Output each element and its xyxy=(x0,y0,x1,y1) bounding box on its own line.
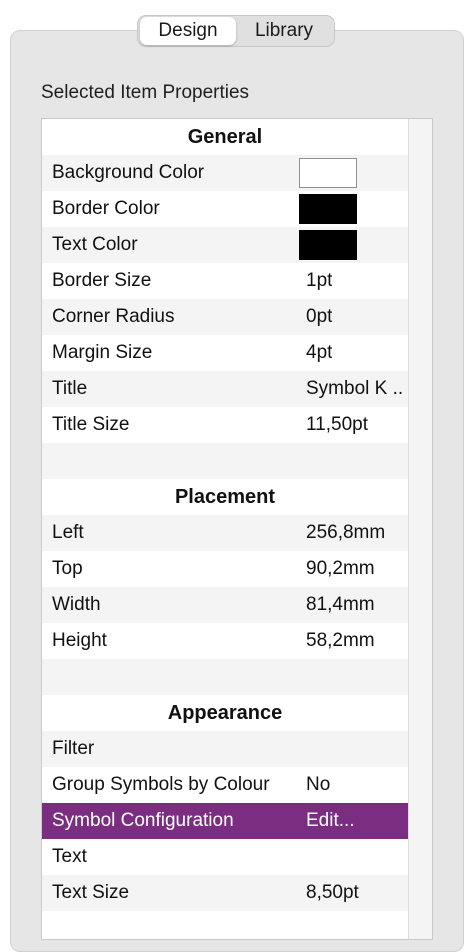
property-value[interactable]: 1pt xyxy=(306,270,332,292)
property-value[interactable]: 0pt xyxy=(306,306,332,328)
property-row-title-size[interactable]: Title Size 11,50pt xyxy=(42,407,408,443)
property-row-symbol-configuration[interactable]: Symbol Configuration Edit... xyxy=(42,803,408,839)
property-name: Border Color xyxy=(52,198,160,219)
text-color-swatch[interactable] xyxy=(299,230,357,260)
property-name: Height xyxy=(52,630,107,651)
property-name: Top xyxy=(52,558,83,579)
edit-symbol-configuration-button[interactable]: Edit... xyxy=(306,810,355,832)
property-value[interactable]: 8,50pt xyxy=(306,882,359,904)
property-value[interactable]: 90,2mm xyxy=(306,558,375,580)
property-name: Symbol Configuration xyxy=(52,810,234,831)
property-row-left[interactable]: Left 256,8mm xyxy=(42,515,408,551)
property-name: Group Symbols by Colour xyxy=(52,774,270,795)
property-name: Corner Radius xyxy=(52,306,175,327)
property-value[interactable]: 81,4mm xyxy=(306,594,375,616)
property-name: Width xyxy=(52,594,101,615)
property-row-filter[interactable]: Filter xyxy=(42,731,408,767)
property-row-top[interactable]: Top 90,2mm xyxy=(42,551,408,587)
section-header-label: Appearance xyxy=(167,701,283,724)
property-value[interactable]: 4pt xyxy=(306,342,332,364)
property-row-text-color[interactable]: Text Color xyxy=(42,227,408,263)
section-header-appearance: Appearance xyxy=(42,695,408,731)
panel-title: Selected Item Properties xyxy=(41,82,250,103)
property-row-width[interactable]: Width 81,4mm xyxy=(42,587,408,623)
property-row-text[interactable]: Text xyxy=(42,839,408,875)
property-row-group-symbols-by-colour[interactable]: Group Symbols by Colour No xyxy=(42,767,408,803)
section-header-label: General xyxy=(187,125,263,148)
property-value[interactable]: Symbol K .. xyxy=(306,378,403,400)
property-row-background-color[interactable]: Background Color xyxy=(42,155,408,191)
tab-library[interactable]: Library xyxy=(236,17,332,45)
property-row-height[interactable]: Height 58,2mm xyxy=(42,623,408,659)
row-spacer xyxy=(42,443,408,479)
property-value[interactable]: 11,50pt xyxy=(306,414,368,436)
property-value[interactable]: 58,2mm xyxy=(306,630,375,652)
property-value[interactable]: No xyxy=(306,774,330,796)
row-spacer xyxy=(42,659,408,695)
properties-table: General Background Color Border Color Te… xyxy=(41,118,433,940)
property-name: Background Color xyxy=(52,162,205,183)
tab-design[interactable]: Design xyxy=(140,17,236,45)
property-row-title[interactable]: Title Symbol K .. xyxy=(42,371,408,407)
property-name: Title xyxy=(52,378,88,399)
property-row-text-size[interactable]: Text Size 8,50pt xyxy=(42,875,408,911)
border-color-swatch[interactable] xyxy=(299,194,357,224)
property-row-margin-size[interactable]: Margin Size 4pt xyxy=(42,335,408,371)
section-header-placement: Placement xyxy=(42,479,408,515)
property-name: Title Size xyxy=(52,414,130,435)
property-name: Text Size xyxy=(52,882,130,903)
properties-list: General Background Color Border Color Te… xyxy=(42,119,408,939)
property-name: Left xyxy=(52,522,84,543)
property-row-corner-radius[interactable]: Corner Radius 0pt xyxy=(42,299,408,335)
property-row-border-size[interactable]: Border Size 1pt xyxy=(42,263,408,299)
view-segmented-control: Design Library xyxy=(137,15,335,47)
property-name: Border Size xyxy=(52,270,152,291)
property-name: Margin Size xyxy=(52,342,153,363)
property-name: Filter xyxy=(52,738,95,759)
property-name: Text xyxy=(52,846,87,867)
property-row-border-color[interactable]: Border Color xyxy=(42,191,408,227)
section-header-general: General xyxy=(42,119,408,155)
property-row-empty xyxy=(42,911,408,939)
background-color-swatch[interactable] xyxy=(299,158,357,188)
section-header-label: Placement xyxy=(174,485,276,508)
property-name: Text Color xyxy=(52,234,138,255)
property-value[interactable]: 256,8mm xyxy=(306,522,385,544)
vertical-scrollbar[interactable] xyxy=(408,119,432,939)
